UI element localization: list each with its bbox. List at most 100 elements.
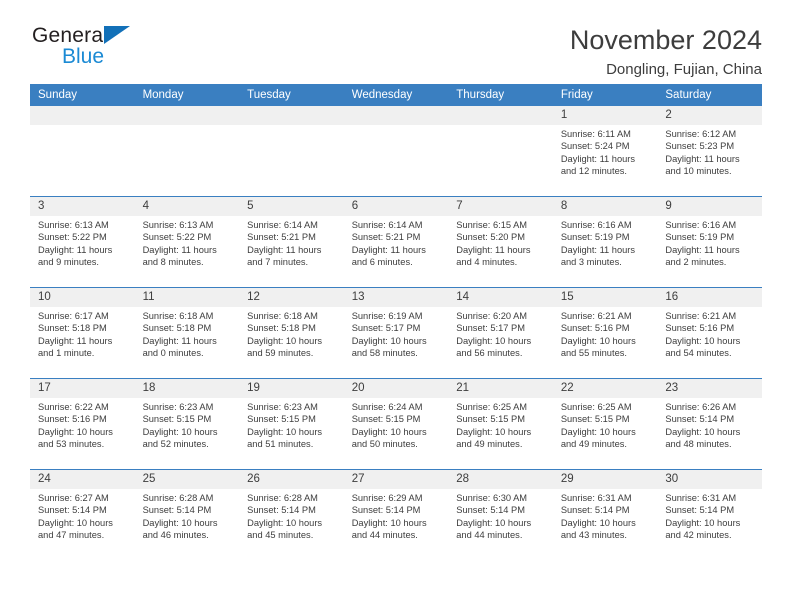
sunrise-text: Sunrise: 6:26 AM — [665, 402, 737, 412]
day-cell[interactable]: 11 Sunrise: 6:18 AM Sunset: 5:18 PM Dayligh… — [134, 287, 240, 379]
day-cell[interactable]: 2 Sunrise: 6:12 AM Sunset: 5:23 PM Daylight… — [657, 106, 762, 197]
day-info: Sunrise: 6:21 AM Sunset: 5:16 PM Daylight:… — [657, 307, 762, 360]
daylight-text-line2: and 3 minutes. — [560, 257, 622, 268]
day-info: Sunrise: 6:12 AM Sunset: 5:23 PM Daylight:… — [657, 125, 762, 178]
day-cell[interactable]: 16 Sunrise: 6:21 AM Sunset: 5:16 PM Dayligh… — [657, 287, 762, 379]
day-cell[interactable]: 26 Sunrise: 6:28 AM Sunset: 5:14 PM Dayligh… — [239, 469, 344, 560]
day-info: Sunrise: 6:23 AM Sunset: 5:15 PM Daylight:… — [239, 398, 344, 451]
weekday-header-tuesday: Tuesday — [239, 84, 344, 106]
day-cell[interactable]: 1 Sunrise: 6:11 AM Sunset: 5:24 PM Daylight… — [552, 106, 658, 197]
sunrise-text: Sunrise: 6:29 AM — [351, 493, 423, 503]
day-cell[interactable]: 9 Sunrise: 6:16 AM Sunset: 5:19 PM Daylight… — [657, 196, 762, 288]
sunrise-text: Sunrise: 6:12 AM — [665, 129, 737, 139]
day-info: Sunrise: 6:28 AM Sunset: 5:14 PM Daylight:… — [135, 489, 240, 542]
day-cell[interactable]: 24 Sunrise: 6:27 AM Sunset: 5:14 PM Dayligh… — [30, 469, 135, 560]
day-cell[interactable]: 18 Sunrise: 6:23 AM Sunset: 5:15 PM Dayligh… — [134, 378, 240, 470]
sunset-text: Sunset: 5:16 PM — [560, 323, 630, 334]
sunrise-text: Sunrise: 6:19 AM — [351, 311, 423, 321]
daylight-text-line2: and 50 minutes. — [351, 439, 418, 450]
daylight-text-line1: Daylight: 10 hours — [560, 335, 636, 346]
sunset-text: Sunset: 5:23 PM — [665, 141, 735, 152]
sunrise-text: Sunrise: 6:28 AM — [142, 493, 214, 503]
day-cell[interactable]: 23 Sunrise: 6:26 AM Sunset: 5:14 PM Dayligh… — [657, 378, 762, 470]
day-info: Sunrise: 6:14 AM Sunset: 5:21 PM Daylight:… — [239, 216, 344, 269]
day-info: Sunrise: 6:27 AM Sunset: 5:14 PM Daylight:… — [30, 489, 135, 542]
day-cell[interactable]: 6 Sunrise: 6:14 AM Sunset: 5:21 PM Daylight… — [343, 196, 449, 288]
day-cell[interactable]: 19 Sunrise: 6:23 AM Sunset: 5:15 PM Dayligh… — [239, 378, 344, 470]
sunset-text: Sunset: 5:19 PM — [665, 232, 735, 243]
day-cell[interactable]: 29 Sunrise: 6:31 AM Sunset: 5:14 PM Dayligh… — [552, 469, 658, 560]
weekday-header-thursday: Thursday — [448, 84, 553, 106]
day-cell[interactable] — [239, 106, 344, 197]
weekday-header-wednesday: Wednesday — [343, 84, 449, 106]
daylight-text-line1: Daylight: 10 hours — [560, 426, 636, 437]
day-cell[interactable]: 4 Sunrise: 6:13 AM Sunset: 5:22 PM Daylight… — [134, 196, 240, 288]
day-cell[interactable]: 15 Sunrise: 6:21 AM Sunset: 5:16 PM Dayligh… — [552, 287, 658, 379]
day-cell[interactable]: 5 Sunrise: 6:14 AM Sunset: 5:21 PM Daylight… — [239, 196, 344, 288]
daylight-text-line1: Daylight: 10 hours — [665, 517, 741, 528]
daylight-text-line1: Daylight: 10 hours — [38, 517, 113, 528]
daylight-text-line1: Daylight: 11 hours — [560, 153, 636, 164]
daylight-text-line2: and 48 minutes. — [665, 439, 732, 450]
sunrise-text: Sunrise: 6:31 AM — [560, 493, 632, 503]
day-cell[interactable]: 14 Sunrise: 6:20 AM Sunset: 5:17 PM Dayligh… — [448, 287, 553, 379]
day-info: Sunrise: 6:31 AM Sunset: 5:14 PM Daylight:… — [657, 489, 762, 542]
day-number — [343, 106, 449, 125]
day-number: 27 — [343, 470, 449, 489]
sunrise-text: Sunrise: 6:23 AM — [247, 402, 318, 412]
logo-triangle-icon — [104, 26, 130, 44]
daylight-text-line2: and 0 minutes. — [142, 348, 204, 359]
sunrise-text: Sunrise: 6:16 AM — [560, 220, 632, 230]
day-cell[interactable] — [30, 106, 135, 197]
daylight-text-line1: Daylight: 11 hours — [142, 244, 217, 255]
day-cell[interactable]: 7 Sunrise: 6:15 AM Sunset: 5:20 PM Daylight… — [448, 196, 553, 288]
day-number: 24 — [30, 470, 135, 489]
day-cell[interactable]: 8 Sunrise: 6:16 AM Sunset: 5:19 PM Daylight… — [552, 196, 658, 288]
day-info: Sunrise: 6:31 AM Sunset: 5:14 PM Daylight:… — [553, 489, 658, 542]
sunrise-text: Sunrise: 6:21 AM — [560, 311, 632, 321]
daylight-text-line1: Daylight: 11 hours — [665, 244, 740, 255]
day-cell[interactable]: 30 Sunrise: 6:31 AM Sunset: 5:14 PM Dayligh… — [657, 469, 762, 560]
day-cell[interactable]: 27 Sunrise: 6:29 AM Sunset: 5:14 PM Dayligh… — [343, 469, 449, 560]
day-cell[interactable]: 21 Sunrise: 6:25 AM Sunset: 5:15 PM Dayligh… — [448, 378, 553, 470]
sunset-text: Sunset: 5:14 PM — [665, 414, 735, 425]
day-number — [448, 106, 553, 125]
day-number: 7 — [448, 197, 553, 216]
sunrise-text: Sunrise: 6:18 AM — [142, 311, 214, 321]
day-number: 21 — [448, 379, 553, 398]
sunrise-text: Sunrise: 6:31 AM — [665, 493, 737, 503]
daylight-text-line2: and 1 minute. — [38, 348, 95, 359]
day-cell[interactable]: 17 Sunrise: 6:22 AM Sunset: 5:16 PM Dayligh… — [30, 378, 135, 470]
daylight-text-line1: Daylight: 10 hours — [456, 517, 532, 528]
day-cell[interactable] — [448, 106, 553, 197]
day-info — [135, 125, 240, 128]
day-cell[interactable] — [343, 106, 449, 197]
day-cell[interactable] — [134, 106, 240, 197]
daylight-text-line1: Daylight: 11 hours — [351, 244, 426, 255]
sunset-text: Sunset: 5:21 PM — [247, 232, 316, 243]
sunrise-text: Sunrise: 6:15 AM — [456, 220, 528, 230]
sunset-text: Sunset: 5:14 PM — [142, 505, 212, 516]
sunset-text: Sunset: 5:17 PM — [351, 323, 421, 334]
daylight-text-line2: and 2 minutes. — [665, 257, 727, 268]
day-cell[interactable]: 28 Sunrise: 6:30 AM Sunset: 5:14 PM Dayligh… — [448, 469, 553, 560]
weekday-header-sunday: Sunday — [30, 84, 135, 106]
sunset-text: Sunset: 5:16 PM — [665, 323, 735, 334]
day-cell[interactable]: 3 Sunrise: 6:13 AM Sunset: 5:22 PM Daylight… — [30, 196, 135, 288]
day-info: Sunrise: 6:24 AM Sunset: 5:15 PM Daylight:… — [344, 398, 449, 451]
sunrise-text: Sunrise: 6:27 AM — [38, 493, 109, 503]
day-cell[interactable]: 13 Sunrise: 6:19 AM Sunset: 5:17 PM Dayligh… — [343, 287, 449, 379]
daylight-text-line2: and 56 minutes. — [456, 348, 523, 359]
daylight-text-line2: and 47 minutes. — [38, 530, 105, 541]
weekday-header-friday: Friday — [552, 84, 658, 106]
sunrise-text: Sunrise: 6:28 AM — [247, 493, 318, 503]
day-number: 30 — [657, 470, 762, 489]
day-cell[interactable]: 10 Sunrise: 6:17 AM Sunset: 5:18 PM Dayligh… — [30, 287, 135, 379]
day-cell[interactable]: 12 Sunrise: 6:18 AM Sunset: 5:18 PM Dayligh… — [239, 287, 344, 379]
general-blue-logo[interactable]: General Blue — [30, 24, 150, 72]
day-cell[interactable]: 25 Sunrise: 6:28 AM Sunset: 5:14 PM Dayligh… — [134, 469, 240, 560]
day-cell[interactable]: 22 Sunrise: 6:25 AM Sunset: 5:15 PM Dayligh… — [552, 378, 658, 470]
daylight-text-line1: Daylight: 10 hours — [247, 335, 323, 346]
sunrise-text: Sunrise: 6:16 AM — [665, 220, 737, 230]
day-cell[interactable]: 20 Sunrise: 6:24 AM Sunset: 5:15 PM Dayligh… — [343, 378, 449, 470]
